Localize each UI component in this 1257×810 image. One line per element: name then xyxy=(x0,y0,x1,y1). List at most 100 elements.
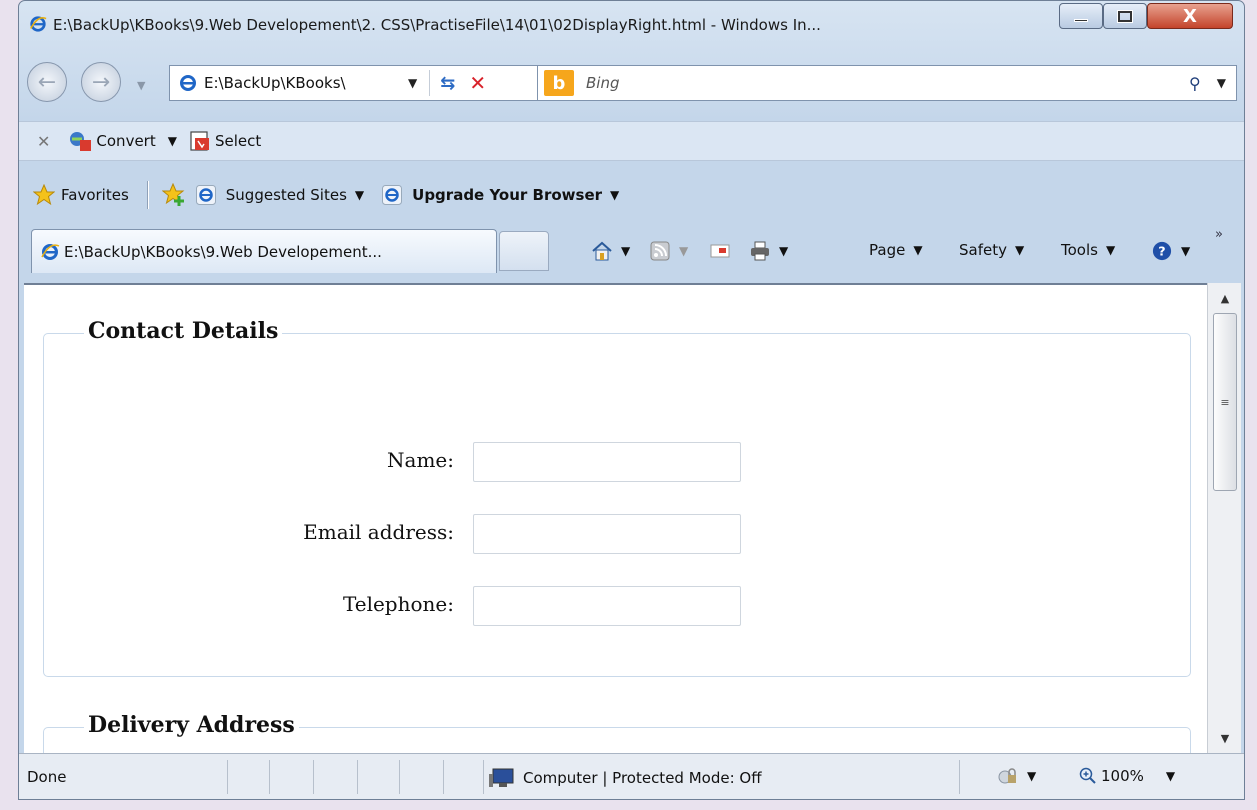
close-button[interactable]: X xyxy=(1147,3,1233,29)
email-label: Email address: xyxy=(303,520,454,544)
minimize-icon xyxy=(1074,18,1088,22)
safety-menu[interactable]: Safety ▼ xyxy=(959,241,1024,259)
ie-logo-icon xyxy=(382,185,403,205)
refresh-icon[interactable]: ⇆ xyxy=(440,73,455,94)
bing-logo-icon: b xyxy=(544,70,574,96)
new-tab-button[interactable] xyxy=(499,231,549,271)
scrollbar-thumb[interactable]: ≡ xyxy=(1213,313,1237,491)
security-zone-label: Computer | Protected Mode: Off xyxy=(523,769,762,787)
upgrade-browser-link[interactable]: Upgrade Your Browser xyxy=(412,186,602,204)
page-dropdown-icon: ▼ xyxy=(913,243,923,257)
address-input[interactable]: E:\BackUp\KBooks\ xyxy=(204,74,394,92)
maximize-button[interactable] xyxy=(1103,3,1147,29)
home-dropdown-icon[interactable]: ▼ xyxy=(621,244,630,258)
address-bar[interactable]: E:\BackUp\KBooks\ ▼ ⇆ ✕ xyxy=(169,65,539,101)
back-button[interactable]: ← xyxy=(27,62,67,102)
printer-icon xyxy=(751,241,769,261)
ie-logo-icon xyxy=(41,243,60,260)
star-icon xyxy=(33,184,55,206)
add-to-favorites-icon[interactable] xyxy=(161,183,186,207)
stop-icon[interactable]: ✕ xyxy=(469,71,486,95)
search-input[interactable]: Bing xyxy=(586,74,1189,92)
tab-row: E:\BackUp\KBooks\9.Web Developement... ▼… xyxy=(19,221,1244,281)
divider xyxy=(399,760,400,794)
tools-menu[interactable]: Tools ▼ xyxy=(1061,241,1115,259)
convert-toolbar: ✕ Convert ▼ Select xyxy=(19,121,1244,161)
form-row-telephone: Telephone: xyxy=(44,586,944,626)
read-mail-button[interactable] xyxy=(709,241,731,261)
print-dropdown-icon[interactable]: ▼ xyxy=(779,244,788,258)
feeds-button[interactable]: ▼ xyxy=(649,241,688,261)
delivery-address-legend: Delivery Address xyxy=(84,712,299,738)
scroll-up-arrow-icon[interactable]: ▲ xyxy=(1208,285,1242,311)
safety-menu-label: Safety xyxy=(959,241,1007,259)
help-button[interactable]: ? ▼ xyxy=(1151,241,1190,261)
telephone-label: Telephone: xyxy=(342,592,454,616)
divider xyxy=(357,760,358,794)
security-zone[interactable]: Computer | Protected Mode: Off xyxy=(489,768,762,788)
title-bar: E:\BackUp\KBooks\9.Web Developement\2. C… xyxy=(19,1,1244,55)
search-icon[interactable]: ⚲ xyxy=(1189,74,1201,93)
suggested-sites-link[interactable]: Suggested Sites xyxy=(226,186,347,204)
more-commands-chevron-icon[interactable]: » xyxy=(1215,227,1223,242)
status-text: Done xyxy=(27,768,67,786)
convert-button[interactable]: Convert xyxy=(96,132,155,150)
navigation-bar: ← → ▼ E:\BackUp\KBooks\ ▼ ⇆ ✕ b Bing ⚲ ▼ xyxy=(19,57,1244,113)
delivery-address-fieldset: Delivery Address xyxy=(43,712,1191,753)
upgrade-dropdown-icon[interactable]: ▼ xyxy=(610,188,619,202)
select-icon[interactable] xyxy=(189,130,211,152)
divider xyxy=(429,70,431,96)
feeds-dropdown-icon[interactable]: ▼ xyxy=(679,244,688,258)
divider xyxy=(269,760,270,794)
telephone-field[interactable] xyxy=(473,586,741,626)
form-row-email: Email address: xyxy=(44,514,944,554)
divider xyxy=(227,760,228,794)
address-dropdown-icon[interactable]: ▼ xyxy=(408,76,417,90)
grip-icon: ≡ xyxy=(1220,395,1230,409)
safety-dropdown-icon: ▼ xyxy=(1014,243,1025,257)
tab-label: E:\BackUp\KBooks\9.Web Developement... xyxy=(64,242,382,261)
contact-details-fieldset: Contact Details Name: Email address: Tel… xyxy=(43,318,1191,677)
tab-current-page[interactable]: E:\BackUp\KBooks\9.Web Developement... xyxy=(31,229,497,273)
divider xyxy=(443,760,444,794)
page-menu[interactable]: Page ▼ xyxy=(869,241,923,259)
divider xyxy=(483,760,484,794)
mail-icon xyxy=(710,244,730,258)
forward-button[interactable]: → xyxy=(81,62,121,102)
ie-page-icon xyxy=(180,75,196,91)
close-toolbar-icon[interactable]: ✕ xyxy=(37,132,50,151)
ie-logo-icon xyxy=(30,16,47,32)
rss-feed-icon xyxy=(650,241,670,261)
page-content: Contact Details Name: Email address: Tel… xyxy=(24,283,1207,753)
form-row-name: Name: xyxy=(44,442,944,482)
convert-icon[interactable] xyxy=(68,130,92,152)
suggested-sites-dropdown-icon[interactable]: ▼ xyxy=(355,188,364,202)
divider xyxy=(313,760,314,794)
search-box[interactable]: b Bing ⚲ ▼ xyxy=(537,65,1237,101)
help-dropdown-icon: ▼ xyxy=(1181,244,1191,258)
name-field[interactable] xyxy=(473,442,741,482)
popup-blocker-button[interactable]: ▼ xyxy=(997,766,1036,786)
close-icon: X xyxy=(1183,5,1197,27)
computer-icon xyxy=(489,768,514,787)
name-label: Name: xyxy=(387,448,454,472)
browser-window: E:\BackUp\KBooks\9.Web Developement\2. C… xyxy=(18,0,1245,800)
search-options-dropdown-icon[interactable]: ▼ xyxy=(1217,76,1226,90)
ie-logo-icon xyxy=(195,185,216,205)
print-button[interactable]: ▼ xyxy=(749,241,788,261)
select-button[interactable]: Select xyxy=(215,132,261,150)
scroll-down-arrow-icon[interactable]: ▼ xyxy=(1208,725,1242,751)
forward-arrow-icon: → xyxy=(91,69,111,95)
tools-menu-label: Tools xyxy=(1061,241,1098,259)
status-bar: Done Computer | Protected Mode: Off ▼ 10… xyxy=(19,753,1244,799)
contact-details-legend: Contact Details xyxy=(84,318,283,344)
zoom-control[interactable]: 100% ▼ xyxy=(1079,767,1175,785)
vertical-scrollbar[interactable]: ▲ ≡ ▼ xyxy=(1207,283,1241,753)
recent-pages-dropdown-icon[interactable]: ▼ xyxy=(137,79,145,92)
convert-dropdown-icon[interactable]: ▼ xyxy=(168,134,177,148)
home-button[interactable]: ▼ xyxy=(591,241,630,261)
favorites-button[interactable]: Favorites xyxy=(61,186,129,204)
favorites-bar: Favorites Suggested Sites ▼ Upgrade Your… xyxy=(19,171,1244,219)
minimize-button[interactable] xyxy=(1059,3,1103,29)
email-field[interactable] xyxy=(473,514,741,554)
